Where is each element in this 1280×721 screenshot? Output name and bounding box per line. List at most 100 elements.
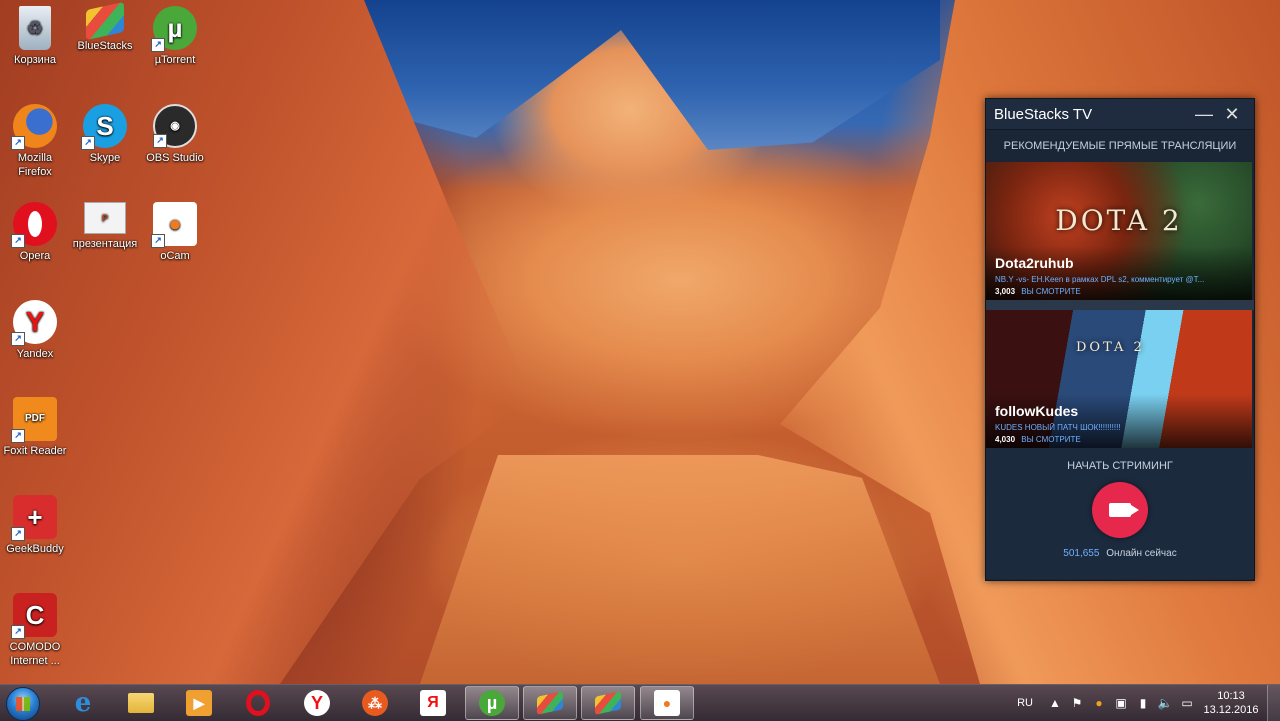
shortcut-arrow-icon: ↗ (11, 332, 25, 346)
stream-meta: 4,030 ВЫ СМОТРИТЕ (995, 435, 1081, 444)
taskbar-app-bluestacks[interactable] (523, 686, 577, 720)
utorrent-icon: µ (479, 690, 505, 716)
opera-icon: ↗ (11, 202, 57, 248)
desktop-icon-label: GeekBuddy (6, 543, 64, 555)
shortcut-arrow-icon: ↗ (11, 234, 25, 248)
bluestacks-tv-titlebar[interactable]: BlueStacks TV — ✕ (986, 99, 1254, 130)
desktop-icon-skype[interactable]: S ↗ Skype (71, 104, 139, 165)
section-title: РЕКОМЕНДУЕМЫЕ ПРЯМЫЕ ТРАНСЛЯЦИИ (986, 130, 1254, 162)
online-status: 501,655 Онлайн сейчас (986, 548, 1254, 559)
streaming-footer: НАЧАТЬ СТРИМИНГ 501,655 Онлайн сейчас (986, 448, 1254, 579)
desktop-icon-yandex[interactable]: Y ↗ Yandex (1, 300, 69, 361)
geekbuddy-icon: + ↗ (11, 495, 57, 541)
yandex-icon: Я (420, 690, 446, 716)
desktop-icon-label: Mozilla Firefox (17, 152, 53, 178)
utorrent-icon: µ ↗ (151, 6, 197, 52)
obs-icon: ◉ ↗ (153, 104, 197, 148)
stream-card-dota2ruhub[interactable]: DOTA 2 Dota2ruhub NB.Y -vs- EH.Keen в ра… (986, 162, 1252, 300)
show-desktop-button[interactable] (1267, 685, 1280, 721)
volume-icon[interactable]: 🔈 (1157, 695, 1173, 711)
desktop-icon-presentation[interactable]: P презентация (71, 202, 139, 251)
clock[interactable]: 10:13 13.12.2016 (1201, 689, 1261, 717)
watching-label: ВЫ СМОТРИТЕ (1021, 435, 1081, 444)
shortcut-arrow-icon: ↗ (11, 136, 25, 150)
clock-date: 13.12.2016 (1203, 704, 1259, 716)
desktop-icon-foxit[interactable]: PDF ↗ Foxit Reader (1, 397, 69, 458)
desktop-icon-geekbuddy[interactable]: + ↗ GeekBuddy (1, 495, 69, 556)
desktop-icon-label: COMODO Internet ... (9, 641, 61, 667)
system-tray: RU ▲ ⚑ ● ▣ ▮ 🔈 ▭ 10:13 13.12.2016 (1017, 685, 1280, 721)
desktop-icon-utorrent[interactable]: µ ↗ µTorrent (141, 6, 209, 67)
taskbar-app-internet-explorer[interactable]: e (56, 686, 110, 720)
clock-time: 10:13 (1217, 690, 1245, 702)
desktop-icon-label: µTorrent (154, 54, 196, 66)
device-icon[interactable]: ▣ (1113, 695, 1129, 711)
viewer-count: 3,003 (995, 287, 1016, 296)
desktop-icon-obs[interactable]: ◉ ↗ OBS Studio (141, 104, 209, 165)
stream-meta: 3,003 ВЫ СМОТРИТЕ (995, 287, 1081, 296)
start-streaming-label: НАЧАТЬ СТРИМИНГ (1067, 460, 1173, 472)
taskbar-app-yandex[interactable]: Я (406, 686, 460, 720)
stream-card-followkudes[interactable]: DOTA 2 followKudes KUDES НОВЫЙ ПАТЧ ШОК!… (986, 310, 1252, 448)
start-streaming-button[interactable] (1092, 482, 1148, 538)
bluestacks-icon (537, 691, 563, 715)
skype-icon: S ↗ (81, 104, 127, 150)
shortcut-arrow-icon: ↗ (81, 136, 95, 150)
comodo-icon: C ↗ (11, 593, 57, 639)
desktop-icon-comodo[interactable]: C ↗ COMODO Internet ... (1, 593, 69, 668)
video-camera-icon (1109, 503, 1139, 517)
viewer-count: 4,030 (995, 435, 1016, 444)
bluestacks-tv-window: BlueStacks TV — ✕ РЕКОМЕНДУЕМЫЕ ПРЯМЫЕ Т… (985, 98, 1255, 581)
card-divider (986, 300, 1254, 310)
yandex-icon: Y ↗ (11, 300, 57, 346)
dots-app-icon: ⁂ (362, 690, 388, 716)
start-button[interactable] (6, 687, 40, 721)
desktop-icon-recycle-bin[interactable]: ♻ Корзина (1, 6, 69, 67)
watching-label: ВЫ СМОТРИТЕ (1021, 287, 1081, 296)
network-icon[interactable]: ▮ (1135, 695, 1151, 711)
taskbar-app-media-player[interactable]: ▶ (172, 686, 226, 720)
stream-name: followKudes (995, 403, 1079, 419)
language-indicator[interactable]: RU (1017, 697, 1033, 709)
shortcut-arrow-icon: ↗ (11, 527, 25, 541)
stream-thumbnail-logo: DOTA 2 (1076, 340, 1145, 355)
wallpaper-reflection (420, 455, 940, 684)
desktop-icon-label: OBS Studio (146, 152, 204, 164)
shortcut-arrow-icon: ↗ (151, 38, 165, 52)
ocam-icon: ● (654, 690, 680, 716)
desktop-icon-label: Foxit Reader (3, 445, 67, 457)
desktop-icon-firefox[interactable]: ↗ Mozilla Firefox (1, 104, 69, 179)
taskbar-app-bluestacks-2[interactable] (581, 686, 635, 720)
desktop-icon-label: Skype (89, 152, 121, 164)
taskbar: e ▶ Y ⁂ Я µ ● RU ▲ ⚑ ● ▣ ▮ 🔈 ▭ 10:13 13.… (0, 684, 1280, 721)
stream-description: KUDES НОВЫЙ ПАТЧ ШОК!!!!!!!!!! (995, 423, 1121, 432)
taskbar-app-dots[interactable]: ⁂ (348, 686, 402, 720)
stream-name: Dota2ruhub (995, 255, 1074, 271)
show-hidden-icons-icon[interactable]: ▲ (1047, 695, 1063, 711)
desktop-icon-bluestacks[interactable]: BlueStacks (71, 1, 139, 53)
taskbar-app-opera[interactable] (231, 686, 285, 720)
flag-icon[interactable]: ⚑ (1069, 695, 1085, 711)
taskbar-app-utorrent[interactable]: µ (465, 686, 519, 720)
taskbar-app-file-explorer[interactable] (114, 686, 168, 720)
desktop-icon-ocam[interactable]: ● ↗ oCam (141, 202, 209, 263)
notification-icon[interactable]: ▭ (1179, 695, 1195, 711)
online-label: Онлайн сейчас (1106, 548, 1177, 559)
orange-app-icon[interactable]: ● (1091, 695, 1107, 711)
internet-explorer-icon: e (74, 688, 92, 718)
desktop-icon-opera[interactable]: ↗ Opera (1, 202, 69, 263)
firefox-icon: ↗ (11, 104, 57, 150)
foxit-reader-icon: PDF ↗ (11, 397, 57, 443)
desktop-icon-label: презентация (72, 238, 138, 250)
online-count: 501,655 (1063, 548, 1100, 559)
opera-icon (246, 690, 270, 716)
shortcut-arrow-icon: ↗ (151, 234, 165, 248)
stream-description: NB.Y -vs- EH.Keen в рамках DPL s2, комме… (995, 275, 1205, 284)
minimize-button[interactable]: — (1190, 104, 1218, 125)
bluestacks-icon (86, 1, 124, 41)
taskbar-app-ocam[interactable]: ● (640, 686, 694, 720)
taskbar-app-yandex-browser[interactable]: Y (290, 686, 344, 720)
close-button[interactable]: ✕ (1218, 104, 1246, 125)
stream-thumbnail-logo: DOTA 2 (1055, 204, 1183, 237)
folder-icon (128, 693, 154, 713)
